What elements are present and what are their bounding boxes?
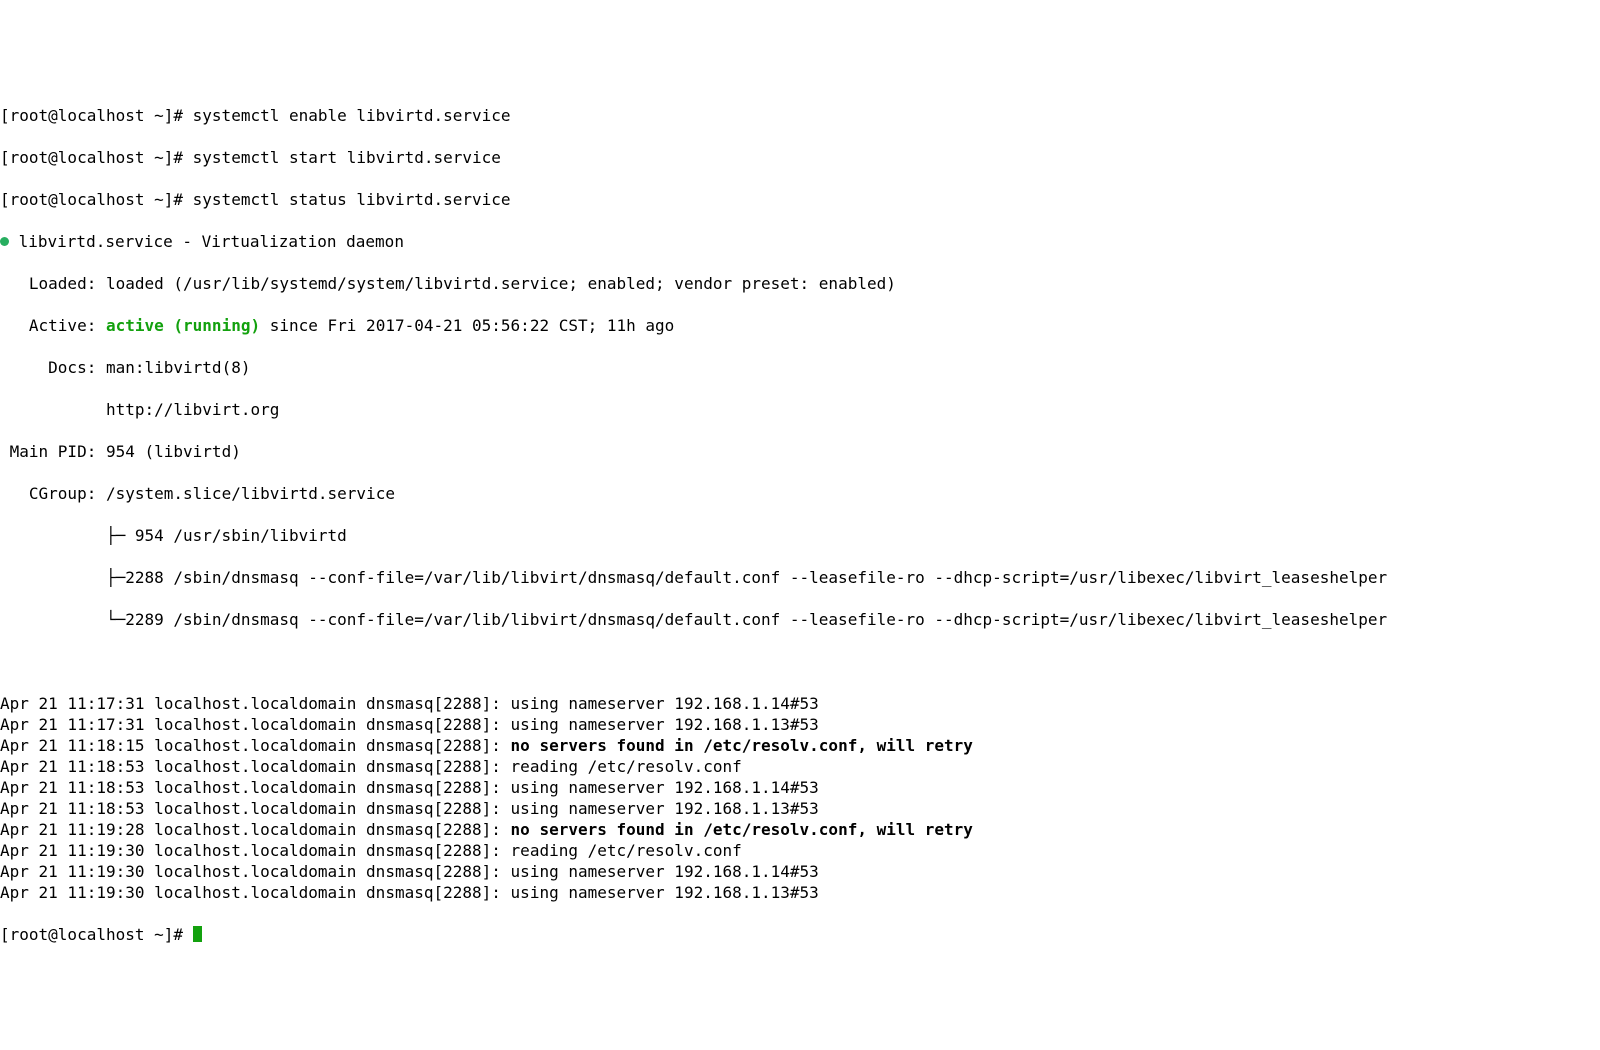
journal-log-line: Apr 21 11:17:31 localhost.localdomain dn… — [0, 714, 1600, 735]
log-message: using nameserver 192.168.1.14#53 — [511, 694, 819, 713]
cgroup-tree-line: ├─2288 /sbin/dnsmasq --conf-file=/var/li… — [0, 567, 1600, 588]
command-text: systemctl status libvirtd.service — [193, 190, 511, 209]
log-prefix: Apr 21 11:17:31 localhost.localdomain dn… — [0, 715, 511, 734]
log-prefix: Apr 21 11:18:53 localhost.localdomain dn… — [0, 757, 511, 776]
cgroup-value: /system.slice/libvirtd.service — [106, 484, 395, 503]
cgroup-tree-line: ├─ 954 /usr/sbin/libvirtd — [0, 525, 1600, 546]
log-prefix: Apr 21 11:17:31 localhost.localdomain dn… — [0, 694, 511, 713]
journal-log-line: Apr 21 11:18:15 localhost.localdomain dn… — [0, 735, 1600, 756]
prompt-line-3: [root@localhost ~]# systemctl status lib… — [0, 189, 1600, 210]
unit-description: libvirtd.service - Virtualization daemon — [9, 232, 404, 251]
log-message: using nameserver 192.168.1.13#53 — [511, 715, 819, 734]
cursor-icon[interactable] — [193, 926, 202, 942]
journal-log-line: Apr 21 11:19:30 localhost.localdomain dn… — [0, 861, 1600, 882]
journal-log-line: Apr 21 11:17:31 localhost.localdomain dn… — [0, 693, 1600, 714]
log-message: using nameserver 192.168.1.14#53 — [511, 862, 819, 881]
prompt-line-4: [root@localhost ~]# — [0, 924, 1600, 945]
shell-prompt: [root@localhost ~]# — [0, 148, 193, 167]
log-message: no servers found in /etc/resolv.conf, wi… — [511, 820, 973, 839]
prompt-line-2: [root@localhost ~]# systemctl start libv… — [0, 147, 1600, 168]
journal-log-line: Apr 21 11:19:28 localhost.localdomain dn… — [0, 819, 1600, 840]
journal-log-line: Apr 21 11:19:30 localhost.localdomain dn… — [0, 840, 1600, 861]
journal-log-line: Apr 21 11:19:30 localhost.localdomain dn… — [0, 882, 1600, 903]
journal-log-line: Apr 21 11:18:53 localhost.localdomain dn… — [0, 777, 1600, 798]
log-prefix: Apr 21 11:19:30 localhost.localdomain dn… — [0, 862, 511, 881]
log-prefix: Apr 21 11:19:30 localhost.localdomain dn… — [0, 883, 511, 902]
log-prefix: Apr 21 11:18:53 localhost.localdomain dn… — [0, 799, 511, 818]
status-active-line: Active: active (running) since Fri 2017-… — [0, 315, 1600, 336]
log-message: no servers found in /etc/resolv.conf, wi… — [511, 736, 973, 755]
log-prefix: Apr 21 11:18:53 localhost.localdomain dn… — [0, 778, 511, 797]
shell-prompt: [root@localhost ~]# — [0, 106, 193, 125]
loaded-label: Loaded: — [0, 274, 106, 293]
tree-process: └─2289 /sbin/dnsmasq --conf-file=/var/li… — [0, 610, 1387, 629]
log-prefix: Apr 21 11:18:15 localhost.localdomain dn… — [0, 736, 511, 755]
blank-line — [0, 651, 1600, 672]
docs-label: Docs: — [0, 358, 106, 377]
mainpid-value: 954 (libvirtd) — [106, 442, 241, 461]
status-dot-icon — [0, 237, 9, 246]
docs-indent — [0, 400, 106, 419]
status-loaded-line: Loaded: loaded (/usr/lib/systemd/system/… — [0, 273, 1600, 294]
log-message: reading /etc/resolv.conf — [511, 757, 742, 776]
journal-log-line: Apr 21 11:18:53 localhost.localdomain dn… — [0, 798, 1600, 819]
status-mainpid-line: Main PID: 954 (libvirtd) — [0, 441, 1600, 462]
terminal-output[interactable]: [root@localhost ~]# systemctl enable lib… — [0, 84, 1600, 966]
tree-process: ├─2288 /sbin/dnsmasq --conf-file=/var/li… — [0, 568, 1387, 587]
docs-value: http://libvirt.org — [106, 400, 279, 419]
log-prefix: Apr 21 11:19:28 localhost.localdomain dn… — [0, 820, 511, 839]
journal-log-line: Apr 21 11:18:53 localhost.localdomain dn… — [0, 756, 1600, 777]
log-message: reading /etc/resolv.conf — [511, 841, 742, 860]
log-prefix: Apr 21 11:19:30 localhost.localdomain dn… — [0, 841, 511, 860]
active-state: active (running) — [106, 316, 260, 335]
log-message: using nameserver 192.168.1.13#53 — [511, 799, 819, 818]
cgroup-label: CGroup: — [0, 484, 106, 503]
log-message: using nameserver 192.168.1.14#53 — [511, 778, 819, 797]
shell-prompt: [root@localhost ~]# — [0, 190, 193, 209]
status-docs-line-2: http://libvirt.org — [0, 399, 1600, 420]
active-label: Active: — [0, 316, 106, 335]
status-cgroup-line: CGroup: /system.slice/libvirtd.service — [0, 483, 1600, 504]
tree-process: ├─ 954 /usr/sbin/libvirtd — [0, 526, 347, 545]
prompt-line-1: [root@localhost ~]# systemctl enable lib… — [0, 105, 1600, 126]
command-text: systemctl enable libvirtd.service — [193, 106, 511, 125]
loaded-value: loaded (/usr/lib/systemd/system/libvirtd… — [106, 274, 896, 293]
cgroup-tree-line: └─2289 /sbin/dnsmasq --conf-file=/var/li… — [0, 609, 1600, 630]
mainpid-label: Main PID: — [0, 442, 106, 461]
status-unit-line: libvirtd.service - Virtualization daemon — [0, 231, 1600, 252]
docs-value: man:libvirtd(8) — [106, 358, 251, 377]
status-docs-line-1: Docs: man:libvirtd(8) — [0, 357, 1600, 378]
active-since: since Fri 2017-04-21 05:56:22 CST; 11h a… — [260, 316, 674, 335]
command-text: systemctl start libvirtd.service — [193, 148, 501, 167]
shell-prompt: [root@localhost ~]# — [0, 925, 193, 944]
log-message: using nameserver 192.168.1.13#53 — [511, 883, 819, 902]
